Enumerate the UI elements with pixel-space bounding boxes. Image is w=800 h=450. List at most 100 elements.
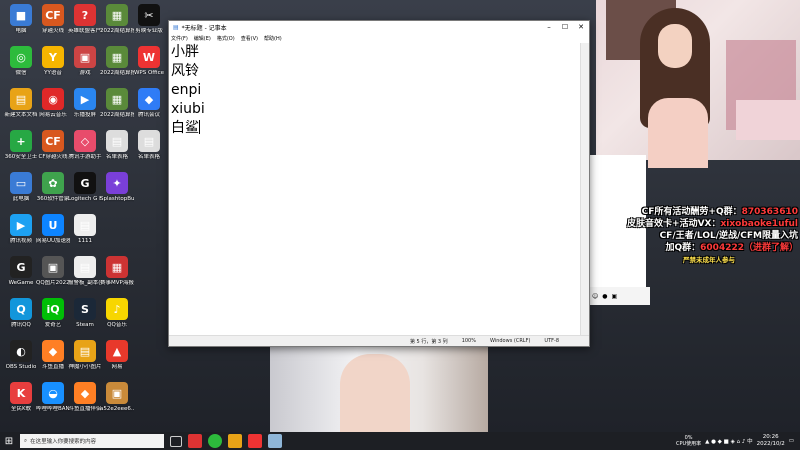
menu-edit[interactable]: 编辑(E) xyxy=(194,35,211,42)
notepad-statusbar: 第 5 行，第 3 列 100% Windows (CRLF) UTF-8 xyxy=(169,335,589,346)
image-icon[interactable]: ▣ xyxy=(612,293,618,300)
desktop-icon[interactable]: CF CF穿越火线 xyxy=(36,130,70,160)
desktop-icon-label: 腾讯会议 xyxy=(137,112,160,118)
overlay-line-1: CF所有活动酬劳+Q群：870363610 xyxy=(641,207,798,217)
desktop-icon[interactable]: ▶ 乐播投屏 xyxy=(68,88,102,118)
menu-view[interactable]: 查看(V) xyxy=(241,35,258,42)
menu-format[interactable]: 格式(O) xyxy=(217,35,235,42)
desktop-icon[interactable]: ▤ 名单表格 xyxy=(132,130,166,160)
desktop-icon-label: 爱奇艺 xyxy=(44,322,62,328)
desktop-icon[interactable]: K 全民K歌 xyxy=(4,382,38,412)
notepad-text-area[interactable]: 小胖 风铃 enpi xiubi 白鲨 xyxy=(169,43,581,336)
app-icon: ▤ xyxy=(138,130,160,152)
desktop-icon-label: QQ音乐 xyxy=(107,322,127,328)
desktop-icon-label: 360软件管家 xyxy=(36,196,70,202)
desktop-icon[interactable]: U 网易UU加速器 xyxy=(36,214,70,244)
vertical-scrollbar[interactable] xyxy=(580,43,589,336)
app-icon: ◆ xyxy=(42,340,64,362)
desktop-icon[interactable]: ◐ OBS Studio xyxy=(4,340,38,370)
app-icon: W xyxy=(138,46,160,68)
app-icon: ▦ xyxy=(106,46,128,68)
overlay-line-2: 皮肤音效卡+活动VX：xixobaoke1uful xyxy=(627,219,798,229)
zoom-level: 100% xyxy=(461,338,476,344)
menu-file[interactable]: 文件(F) xyxy=(171,35,188,42)
tray-icons[interactable]: ▲ ● ◆ ■ ◈ ⌂ ♪ 中 xyxy=(705,437,752,445)
desktop-icon[interactable]: Y YY语音 xyxy=(36,46,70,76)
maximize-button[interactable]: ☐ xyxy=(557,23,573,31)
desktop-icon[interactable]: ◉ 网易云音乐 xyxy=(36,88,70,118)
desktop-icon[interactable]: ◇ 腾讯手游助手 xyxy=(68,130,102,160)
desktop-icon-label: 2022周结算报表 xyxy=(100,112,134,118)
taskbar-app-icon[interactable] xyxy=(208,434,222,448)
desktop-icon[interactable]: ▤ 神魔小小图片 xyxy=(68,340,102,370)
desktop-icon[interactable]: ▲ 网易 xyxy=(100,340,134,370)
desktop-icon[interactable]: ✦ SplashtopBusiness xyxy=(100,172,134,202)
desktop-icon[interactable]: +360安全卫士 xyxy=(4,130,38,160)
desktop-icon[interactable]: G Logitech G HUB xyxy=(68,172,102,202)
desktop-icon[interactable]: ▤ 1111 xyxy=(68,214,102,244)
desktop-icon[interactable]: ◆ 斗鱼直播 xyxy=(36,340,70,370)
desktop-icon[interactable]: ▭ 此电脑 xyxy=(4,172,38,202)
emoji-icon[interactable]: ☺ xyxy=(592,293,598,300)
text-line-current: 白鲨 xyxy=(171,120,200,136)
desktop-icon[interactable]: ◆ 斗鱼直播伴侣 xyxy=(68,382,102,412)
desktop-icon[interactable]: ▶ 腾讯视频 xyxy=(4,214,38,244)
windows-start-icon[interactable]: ⊞ xyxy=(0,432,18,450)
desktop-icon[interactable]: ■ 电脑 xyxy=(4,4,38,34)
mic-icon[interactable]: ● xyxy=(602,293,607,300)
taskbar-search-box[interactable]: ⌕ 在这里输入你要搜索的内容 xyxy=(20,434,164,448)
minimize-button[interactable]: – xyxy=(541,23,557,31)
overlay-line-5: 严禁未成年人参与 xyxy=(683,256,735,264)
taskbar-app-icon[interactable] xyxy=(228,434,242,448)
app-icon: iQ xyxy=(42,298,64,320)
desktop-icon[interactable]: ◎ 微信 xyxy=(4,46,38,76)
desktop-icon[interactable]: ✂ 剪映专业版 xyxy=(132,4,166,34)
desktop-icon[interactable]: ▤ 报警板_副本(10) xyxy=(68,256,102,286)
desktop-icon-label: YY语音 xyxy=(44,70,62,76)
notification-icon[interactable]: ▭ xyxy=(789,438,794,444)
desktop-icon[interactable]: ▣ a52e2eee6… xyxy=(100,382,134,412)
line-ending: Windows (CRLF) xyxy=(489,338,531,344)
chat-input-bar[interactable]: ☺ ● ▣ xyxy=(588,287,650,305)
taskbar-notepad-icon[interactable] xyxy=(268,434,282,448)
desktop-icon[interactable]: W WPS Office xyxy=(132,46,166,76)
desktop-icon-label: 报警板_副本(10) xyxy=(68,280,102,286)
desktop-icon-label: WPS Office xyxy=(133,70,165,76)
desktop-icon[interactable]: G WeGame xyxy=(4,256,38,286)
desktop-icon[interactable]: ▤ 名单表格 xyxy=(100,130,134,160)
desktop-icon[interactable]: ▤ 新建文本文档 xyxy=(4,88,38,118)
task-view-icon[interactable] xyxy=(170,435,182,447)
desktop-icon[interactable]: CF 穿越火线 xyxy=(36,4,70,34)
desktop-icon[interactable]: ◆ 腾讯会议 xyxy=(132,88,166,118)
desktop-icon[interactable]: ▦ 2022周结算报表 xyxy=(100,46,134,76)
desktop-icon[interactable]: ▦ 赛事MVP海报合集 xyxy=(100,256,134,286)
desktop-icon[interactable]: ▦ 2022周结算报表 xyxy=(100,4,134,34)
app-icon: ▭ xyxy=(10,172,32,194)
desktop-icon[interactable]: ◒ 哔哩哔哩BANK xyxy=(36,382,70,412)
desktop-icon[interactable]: ▣ QQ图片20220113 xyxy=(36,256,70,286)
notepad-titlebar[interactable]: ▤ *无标题 - 记事本 – ☐ ✕ xyxy=(169,21,589,33)
desktop-icon[interactable]: ♪ QQ音乐 xyxy=(100,298,134,328)
app-icon: G xyxy=(10,256,32,278)
desktop-icon[interactable]: S Steam xyxy=(68,298,102,328)
wallpaper-photo xyxy=(270,344,488,432)
close-button[interactable]: ✕ xyxy=(573,23,589,31)
app-icon: ▶ xyxy=(74,88,96,110)
notepad-window[interactable]: ▤ *无标题 - 记事本 – ☐ ✕ 文件(F) 编辑(E) 格式(O) 查看(… xyxy=(168,20,590,347)
desktop-icon[interactable]: ? 英雄联盟客户端 xyxy=(68,4,102,34)
desktop-icon[interactable]: Q 腾讯QQ xyxy=(4,298,38,328)
taskbar-clock[interactable]: 20:26 2022/10/2 xyxy=(757,434,785,448)
desktop-icon-label: 腾讯QQ xyxy=(11,322,31,328)
desktop-icon[interactable]: iQ 爱奇艺 xyxy=(36,298,70,328)
search-icon: ⌕ xyxy=(24,437,28,444)
desktop-icon[interactable]: ▣ 游戏 xyxy=(68,46,102,76)
taskbar-app-icon[interactable] xyxy=(248,434,262,448)
taskbar-app-icon[interactable] xyxy=(188,434,202,448)
app-icon: Y xyxy=(42,46,64,68)
menu-help[interactable]: 帮助(H) xyxy=(264,35,282,42)
desktop-icon[interactable]: ✿ 360软件管家 xyxy=(36,172,70,202)
desktop-icon[interactable]: ▦ 2022周结算报表 xyxy=(100,88,134,118)
search-placeholder: 在这里输入你要搜索的内容 xyxy=(30,439,97,445)
desktop-icon-label: 游戏 xyxy=(79,70,91,76)
app-icon: ▤ xyxy=(74,340,96,362)
